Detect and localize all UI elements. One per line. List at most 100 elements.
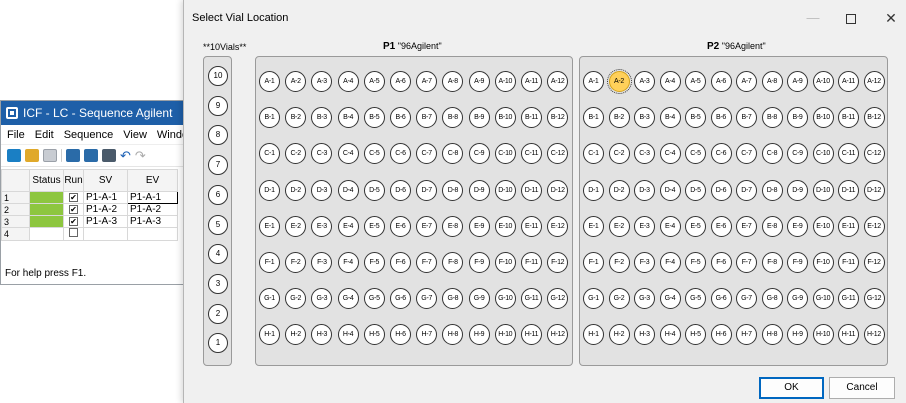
well-e-7[interactable]: E-7: [416, 215, 438, 237]
well-b-4[interactable]: B-4: [659, 107, 681, 129]
well-e-8[interactable]: E-8: [442, 215, 464, 237]
well-g-5[interactable]: G-5: [685, 288, 706, 310]
row-number[interactable]: 4: [1, 227, 30, 241]
well-g-3[interactable]: G-3: [311, 288, 333, 310]
well-a-9[interactable]: A-9: [787, 71, 808, 92]
well-e-12[interactable]: E-12: [863, 215, 885, 237]
print-icon[interactable]: [102, 149, 116, 162]
well-h-11[interactable]: H-11: [838, 324, 859, 346]
well-c-8[interactable]: C-8: [761, 143, 783, 165]
well-g-6[interactable]: G-6: [390, 288, 411, 310]
well-a-7[interactable]: A-7: [416, 71, 438, 92]
well-g-8[interactable]: G-8: [442, 288, 464, 310]
well-g-2[interactable]: G-2: [608, 288, 630, 310]
well-c-1[interactable]: C-1: [259, 143, 280, 165]
well-h-3[interactable]: H-3: [634, 324, 655, 346]
run-checkbox[interactable]: [69, 228, 78, 237]
well-h-1[interactable]: H-1: [259, 324, 280, 346]
well-d-4[interactable]: D-4: [337, 179, 359, 201]
well-e-1[interactable]: E-1: [583, 215, 604, 237]
well-b-9[interactable]: B-9: [468, 107, 490, 129]
well-a-9[interactable]: A-9: [468, 71, 490, 92]
well-g-5[interactable]: G-5: [363, 288, 385, 310]
well-b-10[interactable]: B-10: [812, 107, 834, 129]
well-g-6[interactable]: G-6: [710, 288, 732, 310]
well-b-6[interactable]: B-6: [390, 107, 411, 129]
well-d-3[interactable]: D-3: [634, 179, 655, 201]
well-b-6[interactable]: B-6: [710, 107, 732, 129]
well-g-3[interactable]: G-3: [634, 288, 655, 310]
well-c-11[interactable]: C-11: [521, 143, 542, 165]
well-d-6[interactable]: D-6: [390, 179, 411, 201]
well-c-5[interactable]: C-5: [363, 143, 385, 165]
well-h-4[interactable]: H-4: [659, 324, 681, 346]
well-e-4[interactable]: E-4: [659, 215, 681, 237]
well-h-4[interactable]: H-4: [337, 324, 359, 346]
well-a-10[interactable]: A-10: [494, 71, 516, 92]
well-b-12[interactable]: B-12: [547, 107, 569, 129]
open-folder-icon[interactable]: [25, 149, 39, 162]
well-d-10[interactable]: D-10: [812, 179, 834, 201]
well-a-1[interactable]: A-1: [583, 71, 604, 92]
well-a-3[interactable]: A-3: [634, 71, 655, 92]
row-number[interactable]: 1: [1, 191, 30, 204]
well-f-4[interactable]: F-4: [337, 252, 359, 273]
status-cell[interactable]: [29, 215, 64, 228]
well-f-6[interactable]: F-6: [710, 252, 732, 273]
well-g-10[interactable]: G-10: [812, 288, 834, 310]
well-c-10[interactable]: C-10: [812, 143, 834, 165]
save-icon[interactable]: [43, 149, 57, 162]
table-row[interactable]: 3 ✔ P1-A-3 P1-A-3: [1, 215, 178, 228]
status-cell[interactable]: [29, 191, 64, 204]
well-h-2[interactable]: H-2: [608, 324, 630, 346]
well-d-2[interactable]: D-2: [608, 179, 630, 201]
well-e-10[interactable]: E-10: [812, 215, 834, 237]
well-f-8[interactable]: F-8: [761, 252, 783, 273]
vial-slot[interactable]: 6: [208, 184, 228, 205]
vial-slot[interactable]: 4: [208, 244, 228, 265]
well-h-5[interactable]: H-5: [685, 324, 706, 346]
well-b-10[interactable]: B-10: [494, 107, 516, 129]
well-h-1[interactable]: H-1: [583, 324, 604, 346]
well-d-1[interactable]: D-1: [259, 179, 280, 201]
well-e-12[interactable]: E-12: [547, 215, 569, 237]
well-b-1[interactable]: B-1: [259, 107, 280, 129]
run-cell[interactable]: ✔: [63, 203, 84, 216]
well-f-10[interactable]: F-10: [812, 252, 834, 273]
well-h-7[interactable]: H-7: [736, 324, 757, 346]
well-f-12[interactable]: F-12: [863, 252, 885, 273]
column-header-ev[interactable]: EV: [127, 169, 178, 192]
table-icon[interactable]: [66, 149, 80, 162]
status-cell[interactable]: [29, 227, 64, 241]
well-e-9[interactable]: E-9: [787, 215, 808, 237]
table-row[interactable]: 2 ✔ P1-A-2 P1-A-2: [1, 203, 178, 216]
vial-slot[interactable]: 5: [208, 214, 228, 235]
well-b-7[interactable]: B-7: [736, 107, 757, 129]
well-g-9[interactable]: G-9: [787, 288, 808, 310]
well-g-8[interactable]: G-8: [761, 288, 783, 310]
well-g-11[interactable]: G-11: [521, 288, 542, 310]
well-g-7[interactable]: G-7: [416, 288, 438, 310]
well-b-11[interactable]: B-11: [521, 107, 542, 129]
well-b-1[interactable]: B-1: [583, 107, 604, 129]
well-f-4[interactable]: F-4: [659, 252, 681, 273]
column-header-sv[interactable]: SV: [83, 169, 128, 192]
well-f-5[interactable]: F-5: [685, 252, 706, 273]
well-c-7[interactable]: C-7: [736, 143, 757, 165]
run-cell[interactable]: ✔: [63, 215, 84, 228]
well-a-6[interactable]: A-6: [390, 71, 411, 92]
well-e-10[interactable]: E-10: [494, 215, 516, 237]
well-b-5[interactable]: B-5: [363, 107, 385, 129]
minimize-icon[interactable]: —: [803, 9, 823, 27]
well-g-12[interactable]: G-12: [547, 288, 569, 310]
menu-edit[interactable]: Edit: [35, 129, 54, 141]
well-a-11[interactable]: A-11: [521, 71, 542, 92]
well-c-10[interactable]: C-10: [494, 143, 516, 165]
new-icon[interactable]: [7, 149, 21, 162]
run-checkbox[interactable]: ✔: [69, 193, 78, 202]
column-header-status[interactable]: Status: [29, 169, 64, 192]
well-h-8[interactable]: H-8: [761, 324, 783, 346]
well-b-12[interactable]: B-12: [863, 107, 885, 129]
vial-slot[interactable]: 2: [208, 303, 228, 324]
well-a-8[interactable]: A-8: [442, 71, 464, 92]
